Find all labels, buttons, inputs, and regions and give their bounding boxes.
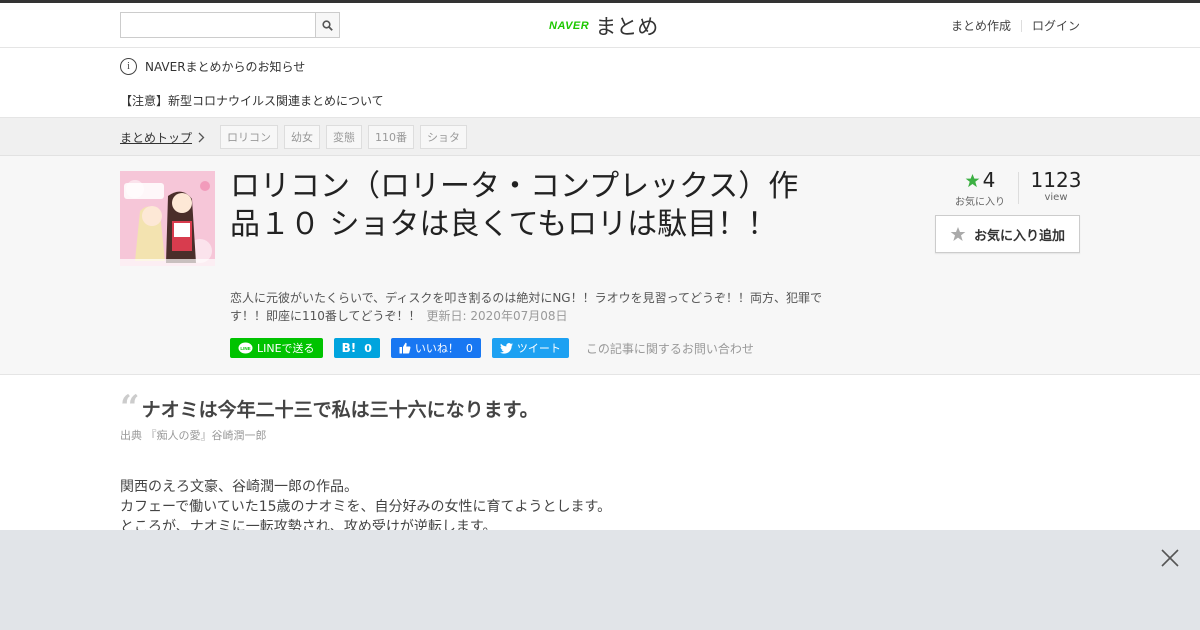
article-header: ロリコン（ロリータ・コンプレックス）作品１０ ショタは良くてもロリは駄目！！ 恋… <box>0 156 1200 375</box>
search-box <box>120 12 340 38</box>
share-bar: LINE LINEで送る B! 0 いいね！ 0 ツイート この記事に関するお問… <box>230 338 754 358</box>
hatena-bookmark-button[interactable]: B! 0 <box>333 338 380 358</box>
body-paragraph: カフェーで働いていた15歳のナオミを、自分好みの女性に育てようとします。 <box>120 499 612 515</box>
tag-item[interactable]: ショタ <box>420 125 467 149</box>
inquiry-link[interactable]: この記事に関するお問い合わせ <box>586 340 754 357</box>
quote-source: 出典 『痴人の愛』谷崎潤一郎 <box>120 429 267 442</box>
quote-icon: “ <box>120 387 140 428</box>
star-icon <box>965 173 979 187</box>
line-icon: LINE <box>238 342 253 353</box>
quote-text: ナオミは今年二十三で私は三十六になります。 <box>141 399 539 421</box>
tag-item[interactable]: ロリコン <box>220 125 278 149</box>
close-icon[interactable] <box>1160 548 1180 568</box>
tweet-button[interactable]: ツイート <box>491 338 569 358</box>
favorites-label: お気に入り <box>955 197 1005 208</box>
header-nav: まとめ作成 ログイン <box>951 17 1080 34</box>
add-favorite-button[interactable]: お気に入り追加 <box>935 215 1080 253</box>
hatena-count: 0 <box>364 341 372 355</box>
body-paragraph: 関西のえろ文豪、谷崎潤一郎の作品。 <box>120 479 358 495</box>
breadcrumb-home-label: まとめトップ <box>120 131 193 145</box>
article-thumbnail[interactable] <box>120 171 215 266</box>
notice-item-link[interactable]: 【注意】新型コロナウイルス関連まとめについて <box>120 92 384 109</box>
twitter-bird-icon <box>499 342 513 354</box>
views-stat: 1123 view <box>1028 168 1084 203</box>
tag-item[interactable]: 変態 <box>326 125 362 149</box>
facebook-like-count: 0 <box>465 341 473 355</box>
tag-item[interactable]: 110番 <box>368 125 414 149</box>
search-button[interactable] <box>315 12 340 38</box>
add-favorite-label: お気に入り追加 <box>973 228 1065 244</box>
notice-title-row[interactable]: i NAVERまとめからのお知らせ <box>120 58 305 75</box>
chevron-right-icon <box>198 132 205 143</box>
quote-block: “ ナオミは今年二十三で私は三十六になります。 <box>120 387 539 428</box>
views-count: 1123 <box>1030 168 1082 192</box>
tag-list: ロリコン 幼女 変態 110番 ショタ <box>220 125 467 149</box>
login-link[interactable]: ログイン <box>1032 17 1080 34</box>
updated-date: 更新日: 2020年07月08日 <box>426 309 568 323</box>
line-share-label: LINEで送る <box>257 342 315 355</box>
article-title: ロリコン（ロリータ・コンプレックス）作品１０ ショタは良くてもロリは駄目！！ <box>230 169 799 242</box>
line-share-button[interactable]: LINE LINEで送る <box>230 338 323 358</box>
hatena-icon: B! <box>341 341 357 355</box>
facebook-like-button[interactable]: いいね！ 0 <box>390 338 481 358</box>
thumbs-up-icon <box>399 342 411 354</box>
notice-area: i NAVERまとめからのお知らせ 【注意】新型コロナウイルス関連まとめについて <box>0 48 1200 118</box>
breadcrumb-home-link[interactable]: まとめトップ <box>120 129 205 146</box>
article-description: 恋人に元彼がいたくらいで、ディスクを叩き割るのは絶対にNG！！ラオウを見習ってど… <box>230 289 830 325</box>
article-stats: 4 お気に入り 1123 view <box>940 168 1081 208</box>
favorites-count: 4 <box>982 168 996 192</box>
article-body: 関西のえろ文豪、谷崎潤一郎の作品。 カフェーで働いていた15歳のナオミを、自分好… <box>120 477 611 537</box>
nav-divider <box>1020 19 1022 32</box>
tag-item[interactable]: 幼女 <box>284 125 320 149</box>
create-matome-link[interactable]: まとめ作成 <box>951 17 1011 34</box>
logo-naver: NAVER <box>549 20 590 32</box>
logo-matome: まとめ <box>595 15 659 39</box>
stats-divider <box>1018 172 1019 204</box>
article-content: “ ナオミは今年二十三で私は三十六になります。 出典 『痴人の愛』谷崎潤一郎 関… <box>0 375 1200 536</box>
site-logo[interactable]: NAVER まとめ <box>549 11 658 41</box>
favorites-stat: 4 お気に入り <box>950 168 1010 208</box>
tweet-label: ツイート <box>516 342 561 355</box>
thumbnail-illustration <box>120 171 215 266</box>
site-header: NAVER まとめ まとめ作成 ログイン <box>0 3 1200 48</box>
search-input[interactable] <box>120 12 315 38</box>
notice-title: NAVERまとめからのお知らせ <box>145 60 306 74</box>
search-icon <box>322 19 333 31</box>
svg-text:LINE: LINE <box>240 346 250 351</box>
ad-overlay <box>0 530 1200 630</box>
views-label: view <box>1044 192 1068 203</box>
breadcrumb-bar: まとめトップ ロリコン 幼女 変態 110番 ショタ <box>0 118 1200 156</box>
facebook-like-label: いいね！ <box>414 342 459 355</box>
info-icon: i <box>120 58 137 75</box>
star-outline-icon <box>950 227 966 241</box>
